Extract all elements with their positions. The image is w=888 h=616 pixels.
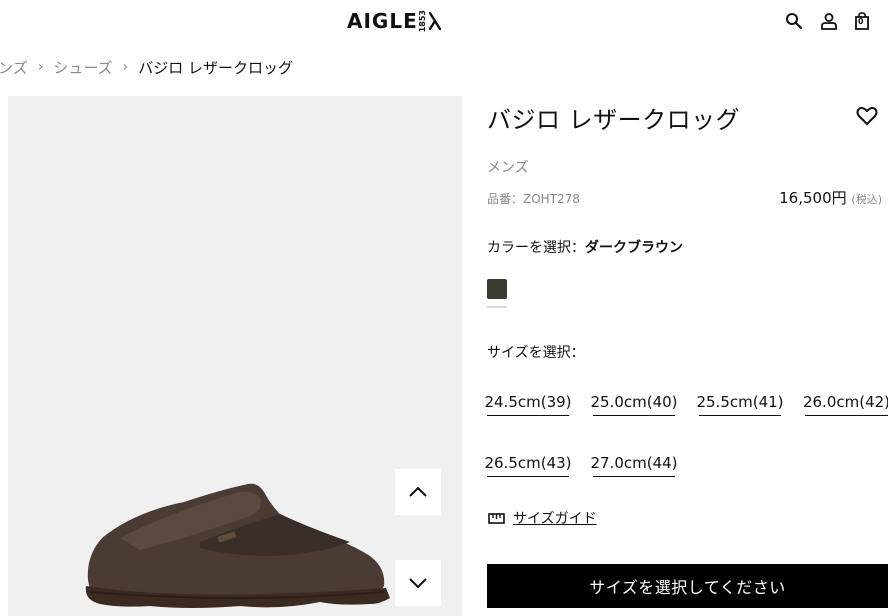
add-to-cart-button[interactable]: サイズを選択してください: [487, 564, 888, 608]
size-option[interactable]: 24.5cm(39): [484, 388, 572, 416]
size-option[interactable]: 25.5cm(41): [696, 388, 784, 416]
size-guide-link[interactable]: サイズガイド: [488, 508, 597, 528]
size-option[interactable]: 26.0cm(42): [803, 388, 888, 416]
price-tax: (税込): [851, 193, 882, 206]
product-price: 16,500円 (税込): [779, 187, 882, 208]
heart-icon: [856, 106, 878, 125]
product-gallery: [8, 96, 462, 616]
aigle-logo[interactable]: AIGLE 1853: [347, 6, 441, 36]
color-value: ダークブラウン: [585, 240, 683, 256]
breadcrumb: ンズ › シューズ › バジロ レザークロッグ: [0, 57, 293, 77]
breadcrumb-item-shoes[interactable]: シューズ: [53, 57, 112, 78]
account-button[interactable]: [818, 10, 840, 32]
product-title: バジロ レザークロッグ: [487, 106, 741, 134]
chevron-down-icon: [409, 578, 427, 589]
product-sku: 品番：ZOHT278: [487, 192, 580, 206]
product-gender: メンズ: [487, 160, 529, 176]
favorite-button[interactable]: [855, 104, 879, 128]
gallery-prev-button[interactable]: [395, 469, 441, 515]
logo-mark-icon: [428, 11, 441, 31]
logo-year: 1853: [417, 9, 427, 33]
color-label: カラーを選択：: [487, 240, 585, 256]
cart-count: 0: [858, 17, 864, 26]
ruler-icon: [488, 512, 505, 524]
size-option[interactable]: 27.0cm(44): [590, 449, 678, 477]
chevron-up-icon: [409, 486, 427, 497]
search-button[interactable]: [783, 10, 805, 32]
account-icon: [821, 13, 837, 30]
chevron-right-icon: ›: [122, 59, 129, 75]
breadcrumb-item-mens[interactable]: ンズ: [0, 57, 28, 78]
search-icon: [786, 13, 803, 30]
breadcrumb-current: バジロ レザークロッグ: [138, 58, 293, 77]
gallery-next-button[interactable]: [395, 560, 441, 606]
header-icons: 0: [786, 10, 888, 32]
size-selector-label: サイズを選択：: [487, 345, 585, 361]
chevron-right-icon: ›: [37, 59, 44, 75]
logo-text: AIGLE: [347, 9, 418, 33]
color-selector-label: カラーを選択：ダークブラウン: [487, 237, 683, 257]
size-option[interactable]: 25.0cm(40): [590, 388, 678, 416]
color-swatch-dark-brown[interactable]: [487, 279, 507, 299]
swatch-selected-indicator: [487, 306, 507, 308]
size-option[interactable]: 26.5cm(43): [484, 449, 572, 477]
price-value: 16,500円: [779, 189, 847, 207]
product-image: [85, 483, 391, 608]
size-guide-label: サイズガイド: [513, 511, 597, 527]
cart-button[interactable]: 0: [851, 10, 873, 32]
